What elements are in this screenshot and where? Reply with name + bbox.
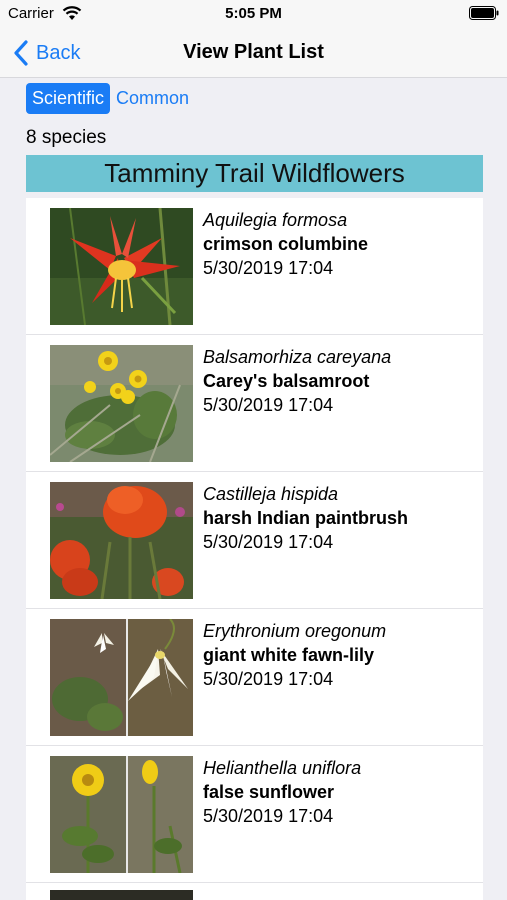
scientific-name: Helianthella uniflora [203, 758, 362, 778]
row-text: Helianthella uniflora false sunflower 5/… [203, 756, 361, 828]
scientific-name: Balsamorhiza careyana [203, 347, 392, 367]
common-toggle-button[interactable]: Common [110, 83, 195, 114]
scientific-toggle-button[interactable]: Scientific [26, 82, 111, 114]
row-text: Castilleja hispida harsh Indian paintbru… [203, 482, 408, 554]
row-text: Balsamorhiza careyana Carey's balsamroot… [203, 345, 391, 417]
plant-row[interactable]: Castilleja hispida harsh Indian paintbru… [26, 472, 483, 609]
plant-row[interactable]: Erythronium oregonum giant white fawn-li… [26, 609, 483, 746]
row-text: Aquilegia formosa crimson columbine 5/30… [203, 208, 368, 280]
plant-list[interactable]: Aquilegia formosa crimson columbine 5/30… [26, 198, 483, 900]
scientific-name: Erythronium oregonum [203, 621, 387, 641]
list-title: Tamminy Trail Wildflowers [26, 155, 483, 192]
observation-date: 5/30/2019 17:04 [203, 806, 334, 826]
scientific-name: Castilleja hispida [203, 484, 339, 504]
scientific-name: Aquilegia formosa [203, 210, 348, 230]
paintbrush-photo [50, 482, 193, 599]
battery-icon [469, 6, 499, 20]
common-name: giant white fawn-lily [203, 645, 375, 665]
observation-date: 5/30/2019 17:04 [203, 395, 334, 415]
status-time: 5:05 PM [225, 5, 282, 22]
common-name: harsh Indian paintbrush [203, 508, 409, 528]
plant-row[interactable]: Balsamorhiza careyana Carey's balsamroot… [26, 335, 483, 472]
status-bar: Carrier 5:05 PM [0, 0, 507, 28]
species-count: 8 species [26, 127, 107, 148]
navigation-bar: Back View Plant List [0, 28, 507, 78]
plant-row[interactable]: Helianthella uniflora false sunflower 5/… [26, 746, 483, 883]
name-toggle: Scientific Common [26, 82, 195, 114]
observation-date: 5/30/2019 17:04 [203, 258, 334, 278]
columbine-photo [50, 208, 193, 325]
next-row-photo-partial [50, 890, 193, 900]
common-name: Carey's balsamroot [203, 371, 370, 391]
fawn-lily-photo [50, 619, 193, 736]
observation-date: 5/30/2019 17:04 [203, 669, 334, 689]
row-text: Erythronium oregonum giant white fawn-li… [203, 619, 386, 691]
page-title: View Plant List [183, 41, 324, 63]
observation-date: 5/30/2019 17:04 [203, 532, 334, 552]
false-sunflower-photo [50, 756, 193, 873]
plant-row[interactable]: Aquilegia formosa crimson columbine 5/30… [26, 198, 483, 335]
balsamroot-photo [50, 345, 193, 462]
common-name: false sunflower [203, 782, 335, 802]
common-name: crimson columbine [203, 234, 369, 254]
